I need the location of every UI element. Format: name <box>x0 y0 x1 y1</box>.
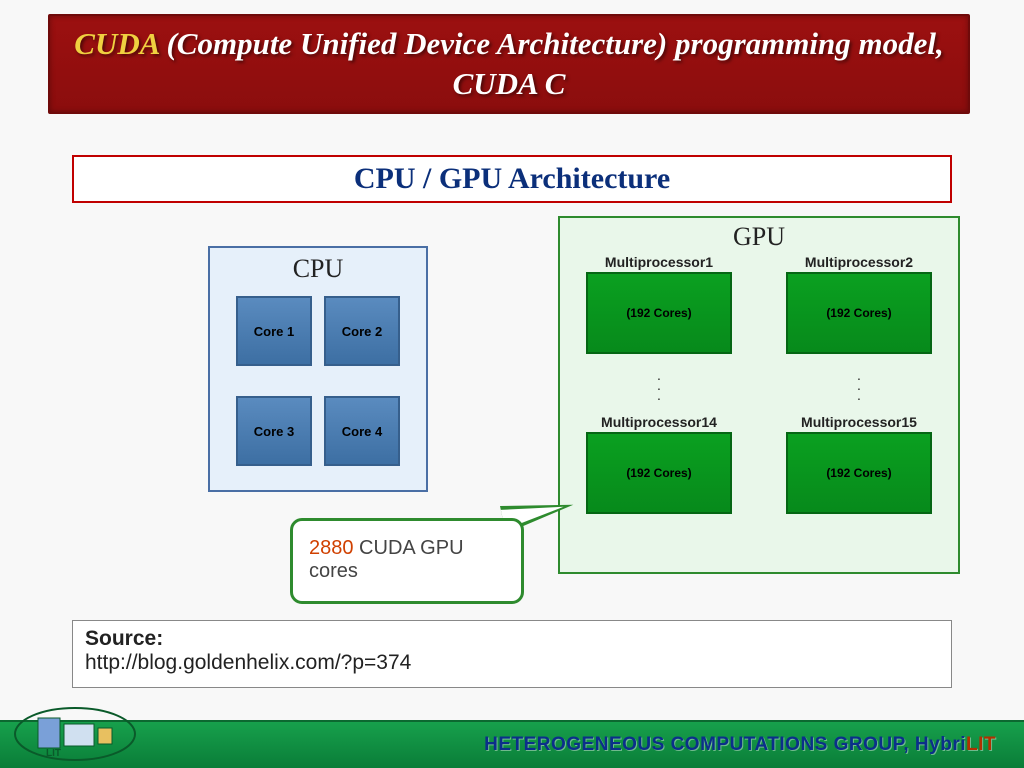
cpu-core: Core 2 <box>324 296 400 366</box>
svg-text:LIT: LIT <box>46 748 61 759</box>
mp-title: Multiprocessor14 <box>574 414 744 430</box>
gpu-block: GPU Multiprocessor1 (192 Cores) Multipro… <box>558 216 960 574</box>
cpu-block: CPU Core 1 Core 2 Core 3 Core 4 <box>208 246 428 492</box>
slide-title: CUDA (Compute Unified Device Architectur… <box>50 24 968 105</box>
cpu-core: Core 3 <box>236 396 312 466</box>
footer-bar: LIT HETEROGENEOUS COMPUTATIONS GROUP, Hy… <box>0 720 1024 768</box>
mp-box: (192 Cores) <box>786 432 932 514</box>
title-expansion: (Compute Unified Device Architecture) pr… <box>159 26 944 101</box>
mp-title: Multiprocessor2 <box>774 254 944 270</box>
source-url: http://blog.goldenhelix.com/?p=374 <box>85 651 939 675</box>
callout-box: 2880 CUDA GPU cores <box>290 518 524 604</box>
gpu-label: GPU <box>560 222 958 252</box>
slide-title-banner: CUDA (Compute Unified Device Architectur… <box>48 14 970 114</box>
ellipsis-dots: ... <box>574 362 744 406</box>
cpu-core: Core 4 <box>324 396 400 466</box>
mp-title: Multiprocessor15 <box>774 414 944 430</box>
mp-cell: Multiprocessor14 (192 Cores) <box>574 414 744 514</box>
footer-logo-icon: LIT <box>10 704 140 764</box>
mp-box: (192 Cores) <box>586 432 732 514</box>
cpu-label: CPU <box>210 254 426 284</box>
mp-cell: Multiprocessor15 (192 Cores) <box>774 414 944 514</box>
footer-brand-part2: LIT <box>966 734 996 755</box>
mp-box: (192 Cores) <box>786 272 932 354</box>
mp-box: (192 Cores) <box>586 272 732 354</box>
title-acronym: CUDA <box>74 26 158 61</box>
cpu-core: Core 1 <box>236 296 312 366</box>
callout-number: 2880 <box>309 537 354 559</box>
cpu-core-grid: Core 1 Core 2 Core 3 Core 4 <box>210 296 426 466</box>
subheading-box: CPU / GPU Architecture <box>72 155 952 203</box>
footer-brand-part1: Hybri <box>915 734 966 755</box>
source-label: Source: <box>85 627 939 651</box>
subheading-text: CPU / GPU Architecture <box>354 162 670 196</box>
mp-cell: Multiprocessor2 (192 Cores) <box>774 254 944 354</box>
gpu-mp-grid: Multiprocessor1 (192 Cores) Multiprocess… <box>560 254 958 514</box>
footer-text: HETEROGENEOUS COMPUTATIONS GROUP, HybriL… <box>484 734 996 756</box>
mp-title: Multiprocessor1 <box>574 254 744 270</box>
ellipsis-dots: ... <box>774 362 944 406</box>
mp-cell: Multiprocessor1 (192 Cores) <box>574 254 744 354</box>
footer-group: HETEROGENEOUS COMPUTATIONS GROUP, <box>484 734 915 755</box>
source-box: Source: http://blog.goldenhelix.com/?p=3… <box>72 620 952 688</box>
